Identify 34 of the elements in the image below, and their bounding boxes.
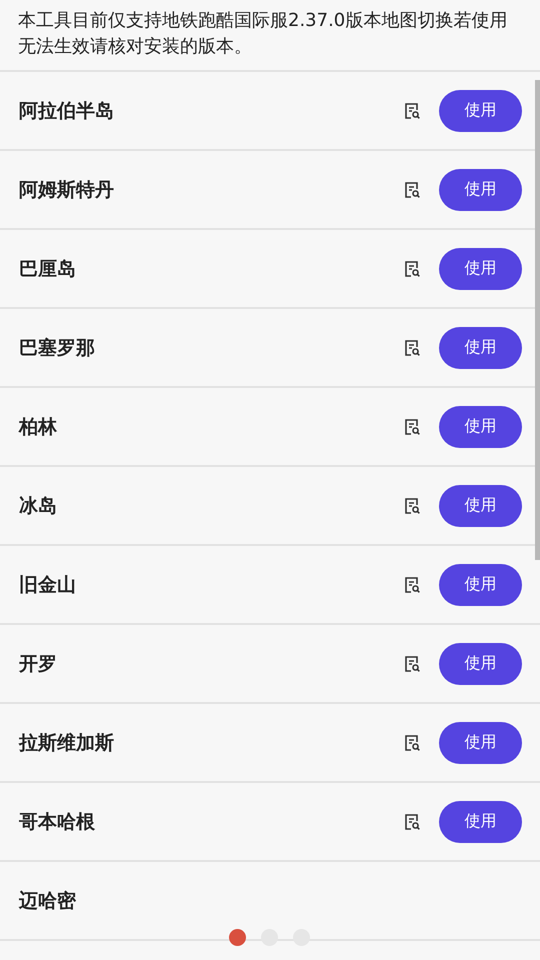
- document-search-icon[interactable]: [403, 576, 421, 594]
- map-name: 阿姆斯特丹: [19, 178, 115, 202]
- map-name: 阿拉伯半岛: [19, 98, 115, 124]
- document-search-icon[interactable]: [403, 418, 421, 436]
- page-dot[interactable]: [229, 929, 246, 946]
- use-button[interactable]: 使用: [439, 326, 522, 368]
- map-name: 哥本哈根: [19, 810, 96, 834]
- use-button[interactable]: 使用: [439, 90, 522, 132]
- document-search-icon[interactable]: [403, 812, 421, 830]
- map-name: 旧金山: [19, 572, 77, 598]
- document-search-icon[interactable]: [403, 654, 421, 672]
- map-name: 拉斯维加斯: [19, 730, 115, 756]
- document-search-icon[interactable]: [403, 260, 421, 278]
- document-search-icon[interactable]: [403, 496, 421, 514]
- map-name: 迈哈密: [19, 888, 77, 914]
- map-name: 巴塞罗那: [19, 336, 96, 360]
- document-search-icon[interactable]: [403, 734, 421, 752]
- document-search-icon[interactable]: [403, 102, 421, 120]
- use-button[interactable]: 使用: [439, 406, 522, 448]
- use-button[interactable]: 使用: [439, 248, 522, 290]
- use-button[interactable]: 使用: [439, 168, 522, 210]
- use-button[interactable]: 使用: [439, 484, 522, 526]
- document-search-icon[interactable]: [403, 180, 421, 198]
- use-button[interactable]: 使用: [439, 564, 522, 606]
- use-button[interactable]: 使用: [439, 642, 522, 684]
- scrollbar[interactable]: [535, 80, 540, 560]
- use-button[interactable]: 使用: [439, 800, 522, 842]
- map-name: 柏林: [19, 414, 58, 440]
- document-search-icon[interactable]: [403, 338, 421, 356]
- map-name: 开罗: [19, 652, 58, 676]
- use-button[interactable]: 使用: [439, 722, 522, 764]
- map-name: 巴厘岛: [19, 256, 77, 282]
- notice-text: 本工具目前仅支持地铁跑酷国际服2.37.0版本地图切换若使用无法生效请核对安装的版本。: [0, 0, 540, 72]
- map-name: 冰岛: [19, 494, 58, 518]
